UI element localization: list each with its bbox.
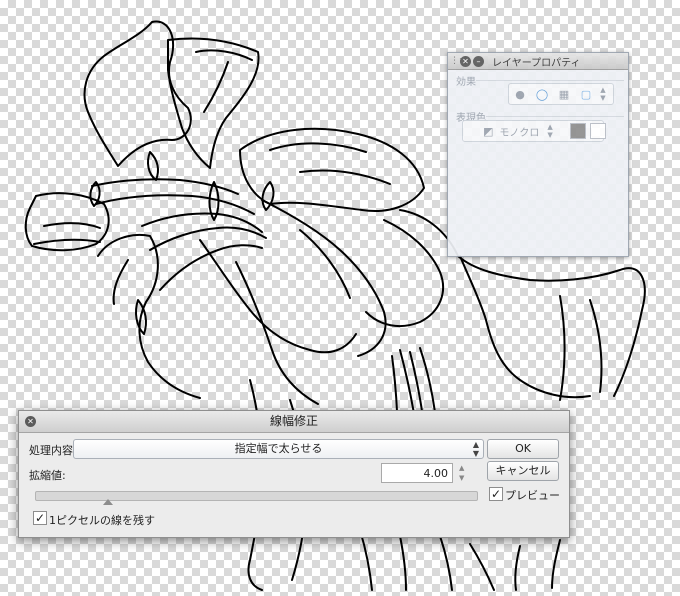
expression-color-value: モノクロ	[499, 127, 540, 139]
minimize-icon[interactable]: –	[473, 55, 484, 67]
slider-thumb[interactable]	[102, 499, 113, 505]
lower-stem	[359, 529, 495, 591]
circle-effect-icon[interactable]: ◯	[531, 88, 553, 101]
monochrome-icon: ◩	[483, 124, 494, 138]
amount-label: 拡縮値:	[29, 469, 66, 482]
dialog-title: 線幅修正	[269, 414, 318, 428]
white-swatch[interactable]	[590, 123, 606, 139]
cancel-button[interactable]: キャンセル	[487, 461, 559, 481]
petal-left-curl	[33, 222, 101, 245]
ok-button[interactable]: OK	[487, 439, 559, 459]
tip-bottom-right	[514, 539, 561, 591]
petal-top-fold	[195, 49, 253, 113]
layer-panel-title: レイヤープロパティ	[492, 57, 581, 69]
close-icon[interactable]: ✕	[460, 55, 471, 67]
amount-input[interactable]: 4.00	[381, 463, 453, 483]
select-arrows-icon: ▲ ▼	[472, 440, 479, 458]
dialog-close-icon[interactable]: ✕	[25, 416, 36, 427]
expression-stepper-icon: ▲ ▼	[547, 123, 553, 139]
anther-2	[147, 151, 159, 181]
effect-buttons: ● ◯ ▦ ▢ ▲ ▼	[508, 83, 614, 105]
petal-center-low	[261, 199, 387, 357]
one-pixel-label: 1ピクセルの線を残す	[49, 514, 155, 527]
border-effect-icon[interactable]: ●	[509, 88, 531, 101]
effect-stepper-icon[interactable]: ▲ ▼	[597, 86, 609, 102]
preview-checkbox[interactable]: ✓	[489, 487, 503, 501]
line-width-dialog: ✕ 線幅修正 処理内容: 指定幅で太らせる ▲ ▼ OK キャンセル 拡縮値: 4…	[18, 410, 570, 538]
dialog-titlebar[interactable]: ✕ 線幅修正	[19, 411, 569, 433]
expression-divider	[486, 116, 624, 117]
black-swatch[interactable]	[570, 123, 586, 139]
process-value: 指定幅で太らせる	[234, 442, 323, 455]
petal-top-left	[83, 20, 192, 167]
stamen-4	[149, 226, 267, 251]
petal-mid-right	[365, 219, 445, 328]
effect-label: 効果	[456, 77, 476, 88]
amount-stepper-icon[interactable]: ▲ ▼	[459, 463, 464, 483]
layer-property-panel: ⋮≡ ✕ – レイヤープロパティ 効果 ● ◯ ▦ ▢ ▲ ▼ 表現色 ◩ モノク…	[447, 52, 629, 257]
color-layer-icon[interactable]: ▢	[575, 88, 597, 101]
effect-divider	[476, 80, 624, 81]
petal-lower-left	[97, 234, 201, 399]
layer-panel-titlebar[interactable]: ⋮≡ ✕ – レイヤープロパティ	[448, 53, 628, 70]
process-select[interactable]: 指定幅で太らせる ▲ ▼	[73, 439, 484, 459]
panel-grip-icon[interactable]: ⋮≡	[450, 56, 467, 66]
preview-label: プレビュー	[505, 489, 560, 502]
petal-lower-right	[459, 255, 591, 399]
petal-center-inner	[269, 142, 391, 185]
tone-effect-icon[interactable]: ▦	[553, 88, 575, 101]
process-label: 処理内容:	[29, 444, 77, 457]
stamen-2	[95, 194, 255, 215]
amount-slider[interactable]	[35, 491, 478, 501]
one-pixel-checkbox[interactable]: ✓	[33, 511, 47, 525]
